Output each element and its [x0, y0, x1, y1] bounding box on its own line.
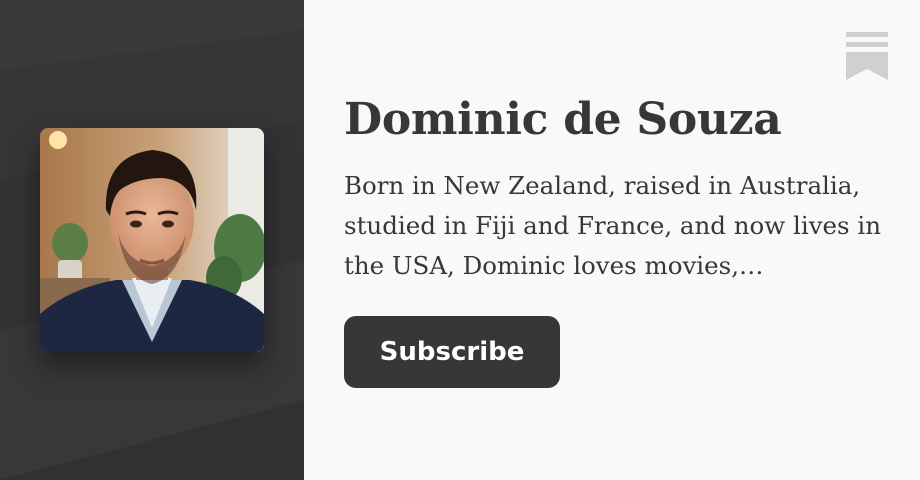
bookmark-icon[interactable] [846, 32, 888, 80]
avatar [40, 128, 264, 352]
profile-description: Born in New Zealand, raised in Australia… [344, 171, 882, 280]
left-panel [0, 0, 304, 480]
person-portrait-icon [40, 128, 264, 352]
profile-name: Dominic de Souza [344, 94, 782, 145]
subscribe-button[interactable]: Subscribe [344, 316, 560, 388]
